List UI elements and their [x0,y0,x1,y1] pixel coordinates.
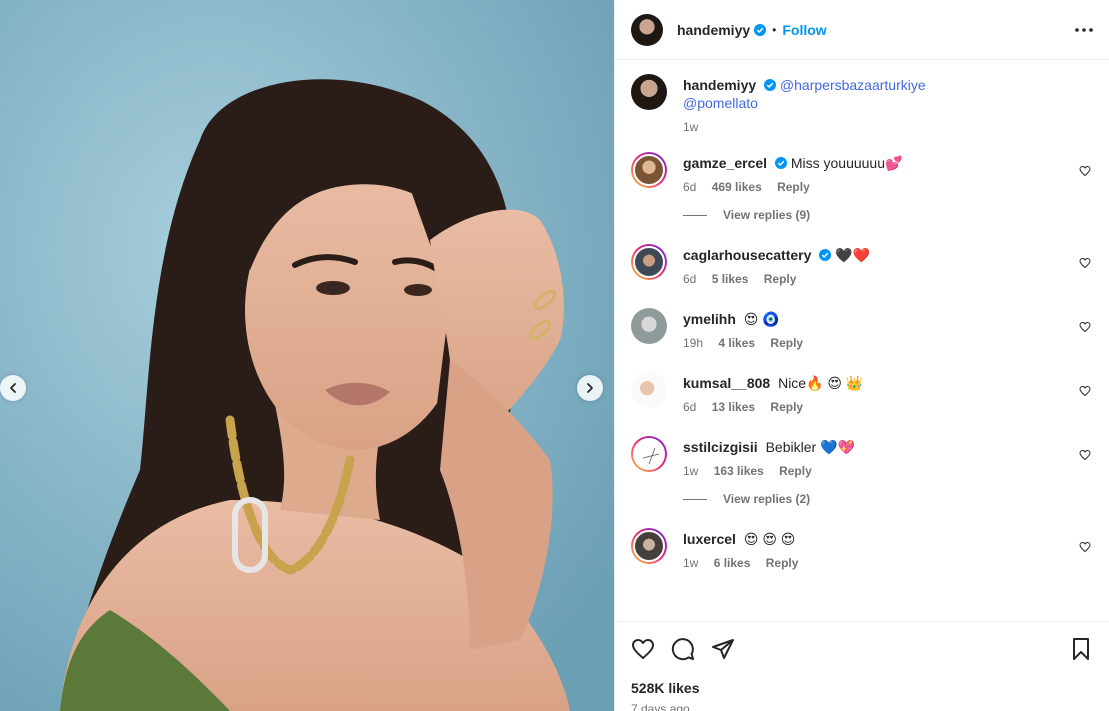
heart-icon[interactable] [1079,165,1091,177]
post-media[interactable] [0,0,614,711]
carousel-next-button[interactable] [577,375,603,401]
view-replies-button[interactable]: View replies (2) [683,492,1093,506]
comment-item: caglarhousecattery 🖤❤️ 6d 5 likes Reply [631,244,1093,286]
likes-count[interactable]: 528K likes [631,680,1093,696]
comment-text: Bebikler 💙💖 [765,439,855,455]
reply-button[interactable]: Reply [764,272,797,286]
caption-avatar[interactable] [631,74,667,110]
caption-time: 1w [683,120,699,134]
heart-icon[interactable] [1079,385,1091,397]
chevron-right-icon [587,383,593,393]
view-replies-label: View replies (9) [723,208,811,222]
verified-icon [774,157,787,169]
caption-mention[interactable]: @pomellato [683,95,758,111]
view-replies-button[interactable]: View replies (9) [683,208,1093,222]
verified-icon [764,79,777,91]
verified-icon [754,23,767,36]
divider [683,498,707,500]
separator-dot: • [772,22,777,37]
comment-time: 6d [683,400,697,414]
comment-item: kumsal__808 Nice🔥 😍 👑 6d 13 likes Reply [631,372,1093,414]
author-avatar[interactable] [631,13,663,46]
comment-likes[interactable]: 6 likes [714,556,751,570]
comment-username[interactable]: gamze_ercel [683,155,767,171]
reply-button[interactable]: Reply [779,464,812,478]
reply-button[interactable]: Reply [777,180,810,194]
comment-likes[interactable]: 13 likes [712,400,755,414]
verified-icon [819,249,832,261]
comment-likes[interactable]: 5 likes [712,272,749,286]
comment-avatar[interactable] [631,528,667,564]
follow-button[interactable]: Follow [782,22,826,38]
bookmark-icon[interactable] [1069,637,1093,661]
comment-item: luxercel 😍 😍 😍 1w 6 likes Reply [631,528,1093,570]
caption-username[interactable]: handemiyy [683,77,756,93]
reply-button[interactable]: Reply [766,556,799,570]
post-panel: handemiyy • Follow handemiyy @harpersbaz… [614,0,1109,711]
comment-time: 1w [683,556,699,570]
heart-icon[interactable] [1079,257,1091,269]
heart-icon[interactable] [1079,449,1091,461]
comment-item: sstilcizgisii Bebikler 💙💖 1w 163 likes R… [631,436,1093,478]
logo-icon [642,447,660,465]
comment-likes[interactable]: 469 likes [712,180,762,194]
carousel-prev-button[interactable] [0,375,26,401]
comment-username[interactable]: caglarhousecattery [683,247,811,263]
comment-text: 😍 😍 😍 [743,531,796,547]
comment-username[interactable]: ymelihh [683,311,736,327]
comment-username[interactable]: kumsal__808 [683,375,770,391]
post-date: 7 days ago [631,702,690,711]
chevron-left-icon [10,383,16,393]
comment-text: Nice🔥 😍 👑 [778,375,864,391]
comment-likes[interactable]: 4 likes [718,336,755,350]
heart-icon[interactable] [1079,321,1091,333]
comments-list[interactable]: handemiyy @harpersbazaarturkiye @pomella… [615,60,1109,621]
comment-username[interactable]: sstilcizgisii [683,439,758,455]
post-footer: 528K likes 7 days ago [615,621,1109,711]
comment-avatar[interactable] [631,436,667,472]
comment-item: gamze_ercel Miss youuuuuu💕 6d 469 likes … [631,152,1093,194]
comment-time: 6d [683,272,697,286]
post-photo [0,0,614,711]
comment-time: 19h [683,336,704,350]
action-bar [631,622,1093,676]
comment-icon[interactable] [671,637,695,661]
share-icon[interactable] [711,637,735,661]
comment-text: 🖤❤️ [835,247,871,263]
comment-username[interactable]: luxercel [683,531,736,547]
caption: handemiyy @harpersbazaarturkiye @pomella… [631,74,1093,134]
reply-button[interactable]: Reply [770,400,803,414]
more-icon[interactable] [1075,27,1093,33]
post-header: handemiyy • Follow [615,0,1109,60]
author-username[interactable]: handemiyy [677,22,750,38]
comment-text: Miss youuuuuu💕 [790,155,903,171]
comment-text: 😍 🧿 [743,311,780,327]
reply-button[interactable]: Reply [770,336,803,350]
heart-icon[interactable] [631,637,655,661]
comment-avatar[interactable] [631,152,667,188]
heart-icon[interactable] [1079,541,1091,553]
divider [683,214,707,216]
comment-avatar[interactable] [631,244,667,280]
comment-avatar[interactable] [631,308,667,344]
comment-time: 1w [683,464,699,478]
comment-time: 6d [683,180,697,194]
view-replies-label: View replies (2) [723,492,811,506]
comment-likes[interactable]: 163 likes [714,464,764,478]
comment-avatar[interactable] [631,372,667,408]
comment-item: ymelihh 😍 🧿 19h 4 likes Reply [631,308,1093,350]
caption-mention[interactable]: @harpersbazaarturkiye [780,77,926,93]
